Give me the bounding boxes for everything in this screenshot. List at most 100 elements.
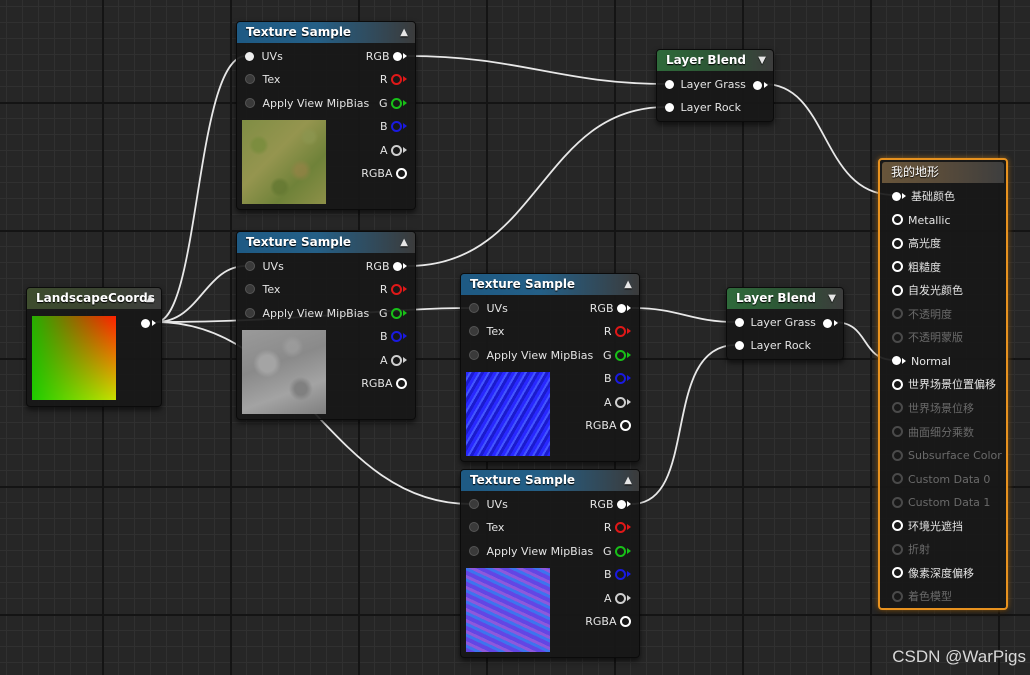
texture-sample-node-3[interactable]: Texture Sample ▲ UVs Tex Apply View MipB… <box>460 273 640 462</box>
mipbias-input-pin[interactable] <box>469 350 479 360</box>
rgba-pin-row[interactable]: RGBA <box>585 612 631 632</box>
r-pin-row[interactable]: R <box>380 70 407 90</box>
tex-pin-row[interactable]: Tex <box>469 322 504 342</box>
a-output-pin[interactable] <box>615 396 626 408</box>
texture-sample-node-2[interactable]: Texture Sample ▲ UVs Tex Apply View MipB… <box>236 231 416 420</box>
tex-pin-row[interactable]: Tex <box>245 70 280 90</box>
a-pin-row[interactable]: A <box>380 351 407 371</box>
a-pin-row[interactable]: A <box>380 141 407 161</box>
texture-sample-node-4[interactable]: Texture Sample ▲ UVs Tex Apply View MipB… <box>460 469 640 658</box>
layer-blend-output-pin[interactable] <box>753 81 762 90</box>
a-pin-row[interactable]: A <box>604 393 631 413</box>
layer-rock-pin-row[interactable]: Layer Rock <box>735 336 811 356</box>
mipbias-input-pin[interactable] <box>245 98 255 108</box>
a-output-pin[interactable] <box>615 592 626 604</box>
rgba-output-pin[interactable] <box>620 419 631 431</box>
collapse-arrow-icon[interactable]: ▲ <box>400 232 408 253</box>
rgb-pin-row[interactable]: RGB <box>366 257 407 277</box>
mipbias-pin-row[interactable]: Apply View MipBias <box>245 304 369 324</box>
uvs-pin-row[interactable]: UVs <box>469 495 508 515</box>
rgba-output-pin[interactable] <box>620 615 631 627</box>
a-output-pin[interactable] <box>391 144 402 156</box>
material-input-row[interactable]: Normal <box>892 352 951 372</box>
layer-rock-input-pin[interactable] <box>665 102 674 112</box>
g-pin-row[interactable]: G <box>379 304 407 324</box>
material-input-pin[interactable] <box>892 191 901 201</box>
material-input-row[interactable]: 世界场景位置偏移 <box>892 375 996 395</box>
g-pin-row[interactable]: G <box>379 94 407 114</box>
landscape-coords-header[interactable]: LandscapeCoords ▲ <box>27 288 161 309</box>
rgb-pin-row[interactable]: RGB <box>366 47 407 67</box>
material-result-header[interactable]: 我的地形 <box>882 162 1004 183</box>
landscape-coords-output-pin[interactable] <box>141 319 150 328</box>
b-output-pin[interactable] <box>391 120 402 132</box>
uvs-pin-row[interactable]: UVs <box>245 257 284 277</box>
rgb-output-pin[interactable] <box>393 261 402 271</box>
collapse-arrow-icon[interactable]: ▲ <box>624 274 632 295</box>
material-input-row[interactable]: 自发光颜色 <box>892 281 963 301</box>
uvs-input-pin[interactable] <box>245 51 254 61</box>
rgba-pin-row[interactable]: RGBA <box>361 374 407 394</box>
collapse-arrow-icon[interactable]: ▲ <box>146 288 154 309</box>
layer-grass-input-pin[interactable] <box>665 79 674 89</box>
uvs-input-pin[interactable] <box>245 261 255 271</box>
g-output-pin[interactable] <box>391 307 402 319</box>
material-input-pin[interactable] <box>892 284 903 296</box>
material-input-pin[interactable] <box>892 356 901 366</box>
r-output-pin[interactable] <box>391 283 402 295</box>
uvs-pin-row[interactable]: UVs <box>469 299 508 319</box>
material-input-pin[interactable] <box>892 237 903 249</box>
material-input-pin[interactable] <box>892 261 903 273</box>
rgba-output-pin[interactable] <box>396 167 407 179</box>
material-input-pin[interactable] <box>892 567 903 579</box>
layer-rock-pin-row[interactable]: Layer Rock <box>665 98 741 118</box>
tex-pin-row[interactable]: Tex <box>469 518 504 538</box>
texture-sample-header[interactable]: Texture Sample ▲ <box>237 22 415 43</box>
layer-rock-input-pin[interactable] <box>735 340 744 350</box>
layer-blend-node-1[interactable]: Layer Blend ▼ Layer Grass Layer Rock <box>656 49 774 122</box>
uvs-input-pin[interactable] <box>469 499 479 509</box>
r-output-pin[interactable] <box>615 521 626 533</box>
material-input-row[interactable]: 像素深度偏移 <box>892 564 974 584</box>
collapse-arrow-icon[interactable]: ▲ <box>400 22 408 43</box>
a-output-pin[interactable] <box>391 354 402 366</box>
material-input-row[interactable]: 基础颜色 <box>892 187 955 207</box>
b-output-pin[interactable] <box>615 372 626 384</box>
texture-sample-header[interactable]: Texture Sample ▲ <box>237 232 415 253</box>
r-pin-row[interactable]: R <box>604 518 631 538</box>
b-pin-row[interactable]: B <box>604 369 631 389</box>
a-pin-row[interactable]: A <box>604 589 631 609</box>
layer-grass-input-pin[interactable] <box>735 317 744 327</box>
texture-sample-header[interactable]: Texture Sample ▲ <box>461 470 639 491</box>
g-output-pin[interactable] <box>615 545 626 557</box>
tex-input-pin[interactable] <box>245 74 255 84</box>
r-output-pin[interactable] <box>391 73 402 85</box>
landscape-coords-node[interactable]: LandscapeCoords ▲ <box>26 287 162 407</box>
tex-pin-row[interactable]: Tex <box>245 280 280 300</box>
g-output-pin[interactable] <box>391 97 402 109</box>
rgb-pin-row[interactable]: RGB <box>590 299 631 319</box>
mipbias-input-pin[interactable] <box>469 546 479 556</box>
layer-blend-output-pin[interactable] <box>823 319 832 328</box>
b-output-pin[interactable] <box>391 330 402 342</box>
tex-input-pin[interactable] <box>245 284 255 294</box>
material-input-row[interactable]: 环境光遮挡 <box>892 517 963 537</box>
tex-input-pin[interactable] <box>469 522 479 532</box>
r-pin-row[interactable]: R <box>604 322 631 342</box>
material-result-node[interactable]: 我的地形 基础颜色 Metallic 高光度 粗糙度 自发光颜色 不透明度 不透明蒙版 Nor… <box>878 158 1008 610</box>
rgba-output-pin[interactable] <box>396 377 407 389</box>
material-input-pin[interactable] <box>892 214 903 226</box>
layer-blend-header[interactable]: Layer Blend ▼ <box>727 288 843 309</box>
collapse-arrow-icon[interactable]: ▼ <box>758 50 766 71</box>
g-pin-row[interactable]: G <box>603 346 631 366</box>
g-pin-row[interactable]: G <box>603 542 631 562</box>
rgb-pin-row[interactable]: RGB <box>590 495 631 515</box>
b-pin-row[interactable]: B <box>380 117 407 137</box>
texture-sample-header[interactable]: Texture Sample ▲ <box>461 274 639 295</box>
texture-sample-node-1[interactable]: Texture Sample ▲ UVs Tex Apply View MipB… <box>236 21 416 210</box>
rgb-output-pin[interactable] <box>393 51 402 61</box>
material-input-row[interactable]: 粗糙度 <box>892 258 941 278</box>
material-input-pin[interactable] <box>892 520 903 532</box>
mipbias-input-pin[interactable] <box>245 308 255 318</box>
layer-grass-pin-row[interactable]: Layer Grass <box>665 75 746 95</box>
